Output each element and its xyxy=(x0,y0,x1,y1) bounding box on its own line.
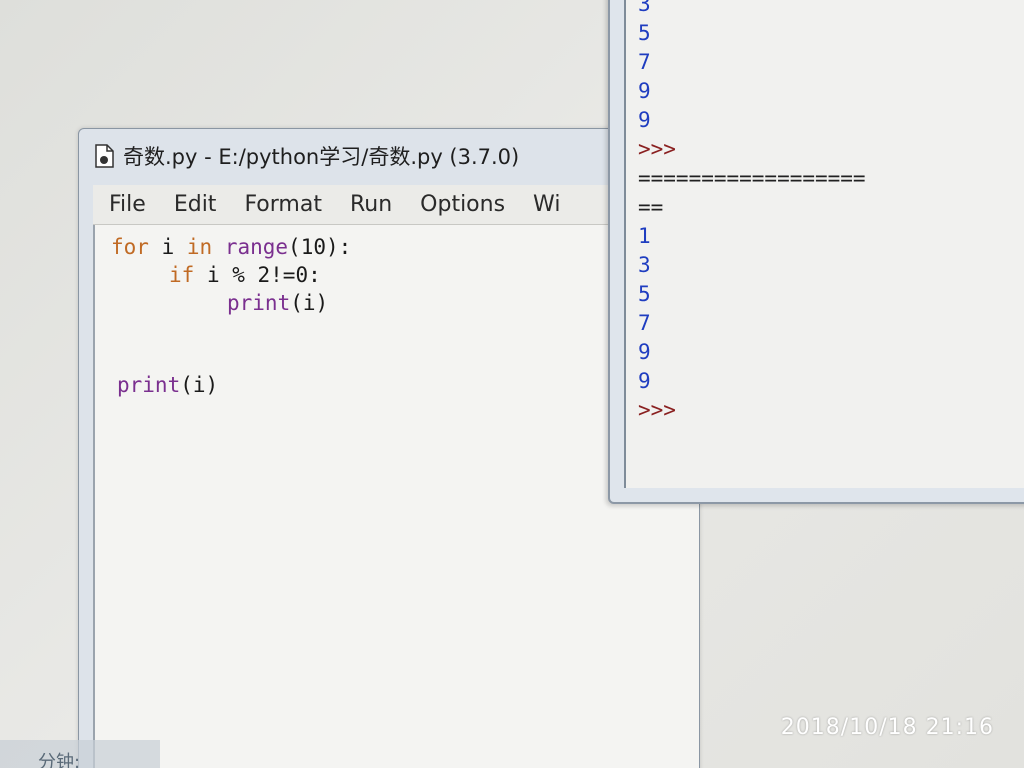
code-line-3: print(i) xyxy=(227,291,329,315)
menu-bar: File Edit Format Run Options Wi xyxy=(93,185,693,225)
keyword-in: in xyxy=(186,235,213,259)
shell-line: 3 xyxy=(638,0,651,16)
taskbar-label: 分钟: xyxy=(38,752,81,768)
shell-line: 9 xyxy=(638,340,651,364)
builtin-range: range xyxy=(224,235,289,259)
shell-line: == xyxy=(638,195,664,219)
shell-line: 7 xyxy=(638,311,651,335)
shell-line: 9 xyxy=(638,108,651,132)
builtin-print: print xyxy=(227,291,291,315)
shell-line: ================== xyxy=(638,166,866,190)
window-title: 奇数.py - E:/python学习/奇数.py (3.7.0) xyxy=(123,145,520,169)
code-line-2: if i % 2!=0: xyxy=(169,263,321,287)
keyword-if: if xyxy=(169,263,195,287)
keyword-for: for xyxy=(111,235,149,259)
builtin-print: print xyxy=(117,373,181,397)
code-line-5: print(i) xyxy=(117,373,219,397)
menu-edit[interactable]: Edit xyxy=(174,192,217,217)
shell-line: 5 xyxy=(638,21,651,45)
shell-line: 1 xyxy=(638,224,651,248)
shell-line: >>> xyxy=(638,137,676,161)
editor-window[interactable]: 奇数.py - E:/python学习/奇数.py (3.7.0) File E… xyxy=(78,128,700,768)
shell-line: 3 xyxy=(638,253,651,277)
shell-line: 9 xyxy=(638,369,651,393)
menu-format[interactable]: Format xyxy=(244,192,322,217)
shell-line: 9 xyxy=(638,79,651,103)
editor-title-bar[interactable]: 奇数.py - E:/python学习/奇数.py (3.7.0) xyxy=(79,129,699,183)
menu-window[interactable]: Wi xyxy=(533,192,560,217)
code-line-1: for i in range(10): xyxy=(111,235,352,259)
shell-line: 7 xyxy=(638,50,651,74)
photo-timestamp: 2018/10/18 21:16 xyxy=(780,715,994,740)
menu-file[interactable]: File xyxy=(109,192,146,217)
shell-line: >>> xyxy=(638,398,676,422)
idle-file-icon xyxy=(91,143,117,169)
menu-options[interactable]: Options xyxy=(420,192,505,217)
screen: 奇数.py - E:/python学习/奇数.py (3.7.0) File E… xyxy=(0,0,1024,768)
shell-window[interactable]: 3 5 7 9 9 >>> ================== == 1 3 5 7 9 9 >>> xyxy=(608,0,1024,504)
menu-run[interactable]: Run xyxy=(350,192,392,217)
shell-output[interactable]: 3 5 7 9 9 >>> ================== == 1 3 5 7 9 9 >>> xyxy=(624,0,1024,488)
shell-line: 5 xyxy=(638,282,651,306)
